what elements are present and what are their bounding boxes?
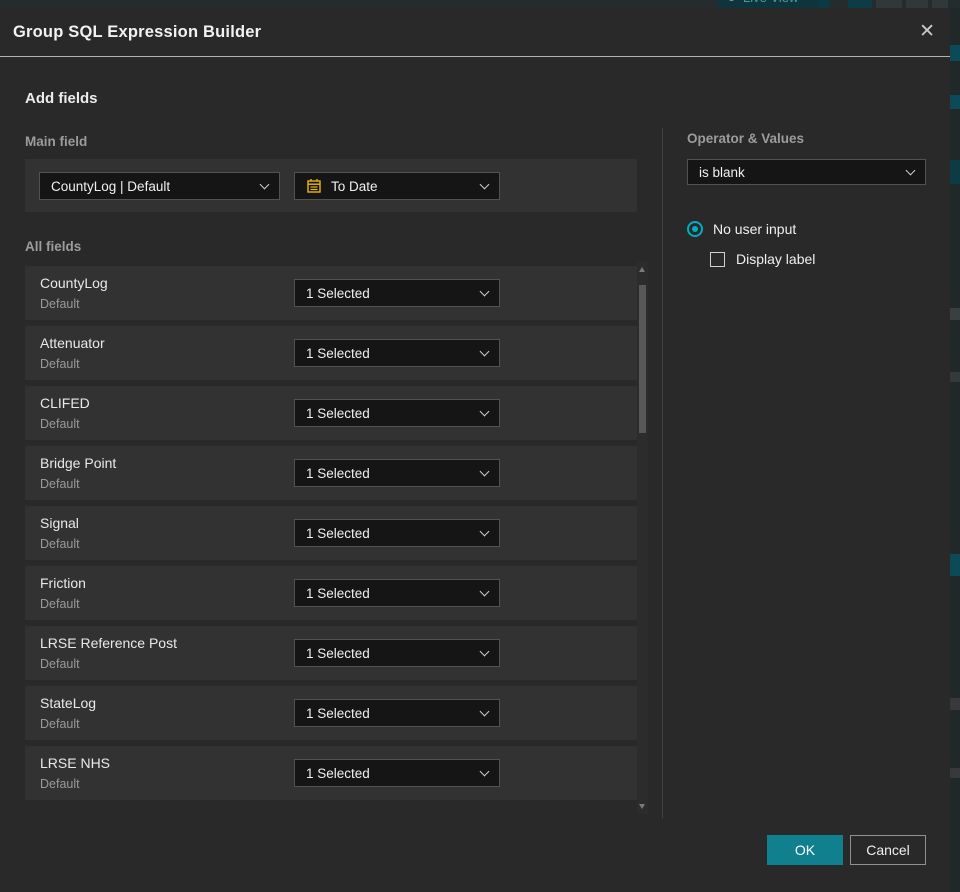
field-row: CLIFED Default 1 Selected	[25, 386, 637, 440]
field-selection-select[interactable]: 1 Selected	[294, 519, 500, 547]
main-field-panel: CountyLog | Default To Date	[25, 159, 637, 212]
ok-button[interactable]: OK	[767, 835, 843, 865]
background-app-edge	[950, 8, 960, 892]
scroll-up-icon[interactable]	[639, 267, 645, 272]
operator-values-label: Operator & Values	[687, 131, 805, 146]
field-subtitle: Default	[40, 297, 80, 311]
chevron-down-icon	[479, 526, 490, 536]
field-name: Signal	[40, 515, 79, 531]
field-name: LRSE Reference Post	[40, 635, 177, 651]
operator-select-value: is blank	[699, 164, 745, 180]
column-divider	[662, 128, 663, 818]
field-name: Bridge Point	[40, 455, 117, 471]
field-selection-value: 1 Selected	[306, 345, 370, 361]
main-field-type-value: To Date	[331, 178, 378, 194]
field-name: StateLog	[40, 695, 97, 711]
chevron-down-icon	[479, 179, 490, 189]
scrollbar[interactable]	[637, 262, 648, 814]
field-selection-value: 1 Selected	[306, 645, 370, 661]
field-subtitle: Default	[40, 357, 80, 371]
field-subtitle: Default	[40, 657, 80, 671]
chevron-down-icon	[479, 346, 490, 356]
live-view-dot-icon	[728, 0, 735, 1]
field-row: LRSE Reference Post Default 1 Selected	[25, 626, 637, 680]
field-selection-select[interactable]: 1 Selected	[294, 759, 500, 787]
operator-select[interactable]: is blank	[687, 159, 926, 185]
field-subtitle: Default	[40, 717, 80, 731]
screen: Live View Group SQL Expression Builder ✕…	[0, 0, 960, 892]
toolbar-fragment	[818, 0, 830, 8]
field-selection-select[interactable]: 1 Selected	[294, 639, 500, 667]
field-selection-select[interactable]: 1 Selected	[294, 399, 500, 427]
background-app-toolbar: Live View	[0, 0, 960, 8]
chevron-down-icon	[479, 286, 490, 296]
main-field-type-select[interactable]: To Date	[294, 172, 500, 200]
toolbar-fragment	[906, 0, 928, 8]
group-sql-expression-builder-dialog: Group SQL Expression Builder ✕ Add field…	[0, 8, 950, 892]
field-row: CountyLog Default 1 Selected	[25, 266, 637, 320]
calendar-icon	[307, 179, 321, 193]
field-row: Signal Default 1 Selected	[25, 506, 637, 560]
all-fields-label: All fields	[25, 239, 82, 254]
field-name: Friction	[40, 575, 86, 591]
field-selection-value: 1 Selected	[306, 765, 370, 781]
field-name: Attenuator	[40, 335, 105, 351]
field-row: Attenuator Default 1 Selected	[25, 326, 637, 380]
chevron-down-icon	[479, 466, 490, 476]
toolbar-fragment	[876, 0, 902, 8]
chevron-down-icon	[479, 766, 490, 776]
field-subtitle: Default	[40, 537, 80, 551]
chevron-down-icon	[259, 179, 270, 189]
dialog-title: Group SQL Expression Builder	[13, 22, 262, 41]
field-selection-select[interactable]: 1 Selected	[294, 459, 500, 487]
field-selection-select[interactable]: 1 Selected	[294, 579, 500, 607]
dialog-titlebar: Group SQL Expression Builder ✕	[0, 8, 950, 57]
chevron-down-icon	[479, 646, 490, 656]
field-name: CLIFED	[40, 395, 90, 411]
field-selection-value: 1 Selected	[306, 585, 370, 601]
display-label-label: Display label	[736, 251, 816, 267]
chevron-down-icon	[479, 586, 490, 596]
field-selection-value: 1 Selected	[306, 705, 370, 721]
field-subtitle: Default	[40, 417, 80, 431]
field-selection-select[interactable]: 1 Selected	[294, 279, 500, 307]
all-fields-list: CountyLog Default 1 Selected Attenuator …	[25, 266, 637, 806]
main-field-label: Main field	[25, 134, 88, 149]
field-row: Friction Default 1 Selected	[25, 566, 637, 620]
field-row: StateLog Default 1 Selected	[25, 686, 637, 740]
main-field-select-value: CountyLog | Default	[51, 178, 171, 194]
toolbar-fragment	[932, 0, 948, 8]
live-view-label: Live View	[743, 0, 798, 5]
field-row: LRSE NHS Default 1 Selected	[25, 746, 637, 800]
chevron-down-icon	[479, 406, 490, 416]
radio-selected-icon	[687, 221, 703, 237]
scrollbar-thumb[interactable]	[639, 285, 646, 433]
display-label-checkbox[interactable]: Display label	[710, 251, 815, 267]
no-user-input-label: No user input	[713, 221, 797, 237]
field-subtitle: Default	[40, 597, 80, 611]
live-view-button[interactable]: Live View	[718, 0, 820, 8]
scroll-down-icon[interactable]	[639, 804, 645, 809]
toolbar-fragment	[848, 0, 872, 8]
close-icon[interactable]: ✕	[919, 21, 935, 43]
field-subtitle: Default	[40, 477, 80, 491]
field-selection-value: 1 Selected	[306, 465, 370, 481]
chevron-down-icon	[479, 706, 490, 716]
field-name: CountyLog	[40, 275, 108, 291]
no-user-input-radio[interactable]: No user input	[687, 221, 796, 237]
field-selection-select[interactable]: 1 Selected	[294, 339, 500, 367]
cancel-button[interactable]: Cancel	[850, 835, 926, 865]
checkbox-unchecked-icon	[710, 251, 725, 267]
main-field-select[interactable]: CountyLog | Default	[39, 172, 280, 200]
field-selection-select[interactable]: 1 Selected	[294, 699, 500, 727]
field-selection-value: 1 Selected	[306, 525, 370, 541]
field-selection-value: 1 Selected	[306, 285, 370, 301]
field-selection-value: 1 Selected	[306, 405, 370, 421]
field-name: LRSE NHS	[40, 755, 111, 771]
add-fields-heading: Add fields	[25, 90, 98, 107]
chevron-down-icon	[905, 165, 916, 175]
field-row: Bridge Point Default 1 Selected	[25, 446, 637, 500]
field-subtitle: Default	[40, 777, 80, 791]
